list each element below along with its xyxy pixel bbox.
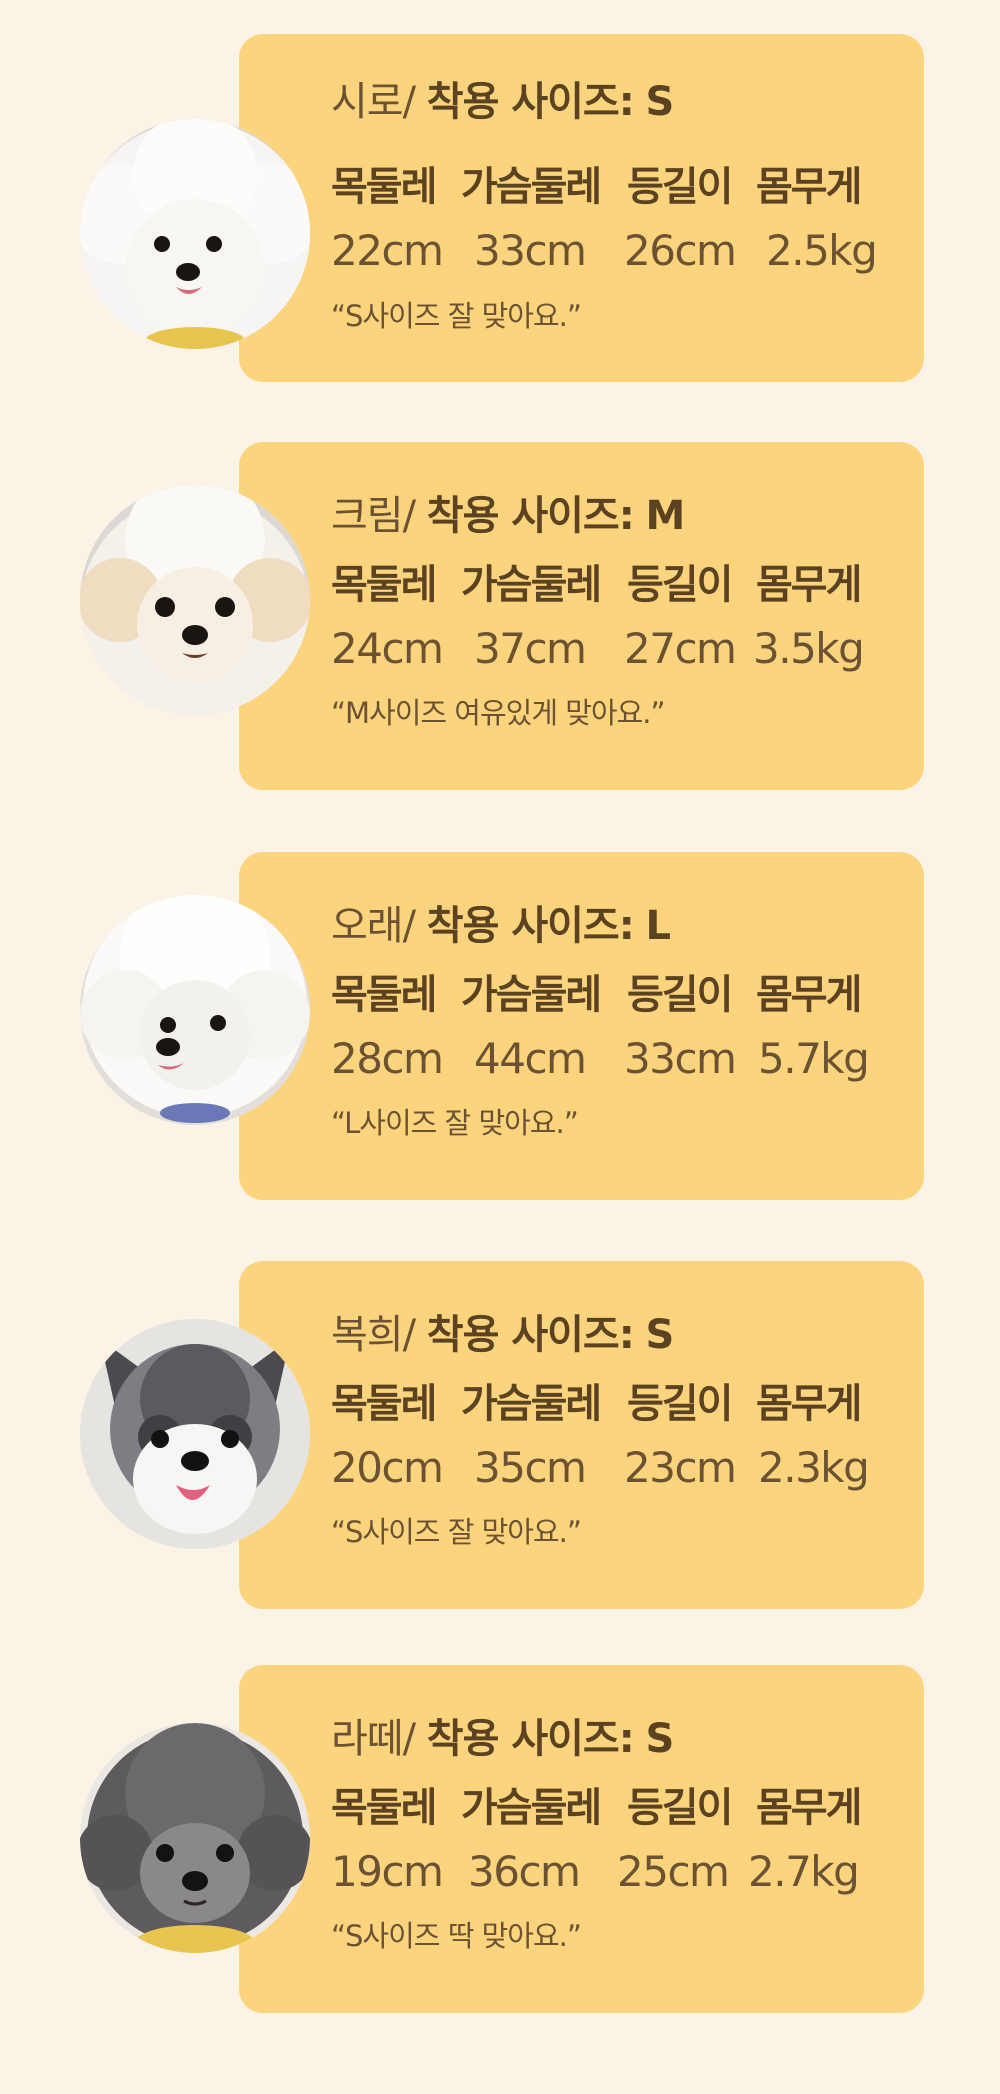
chest-label: 가슴둘레: [461, 562, 602, 608]
neck-value: 24cm: [331, 624, 444, 673]
size-label: 착용 사이즈:: [426, 1312, 635, 1358]
review-card-bokhee: 복희/ 착용 사이즈: S 목둘레 가슴둘레 등길이 몸무게 20cm 35cm…: [0, 1261, 1000, 1609]
dog-photo-latte: [80, 1723, 310, 1953]
review-comment: “M사이즈 여유있게 맞아요.”: [331, 696, 666, 730]
size-label: 착용 사이즈:: [426, 79, 635, 125]
back-length-value: 27cm: [624, 624, 737, 673]
dog-name: 복희/: [331, 1312, 416, 1358]
white-bichon-icon: [80, 119, 310, 349]
review-heading: 오래/ 착용 사이즈: L: [331, 902, 671, 950]
review-heading: 복희/ 착용 사이즈: S: [331, 1311, 674, 1359]
chest-value: 36cm: [468, 1847, 581, 1896]
neck-value: 20cm: [331, 1443, 444, 1492]
chest-label: 가슴둘레: [461, 1381, 602, 1427]
neck-label: 목둘레: [331, 972, 437, 1018]
back-length-label: 등길이: [627, 1381, 733, 1427]
dog-photo-shiro: [80, 119, 310, 349]
gray-white-dog-icon: [80, 1319, 310, 1549]
size-value: L: [645, 903, 670, 949]
review-card-shiro: 시로/ 착용 사이즈: S 목둘레 가슴둘레 등길이 몸무게 22cm 33cm…: [0, 34, 1000, 382]
review-card-orae: 오래/ 착용 사이즈: L 목둘레 가슴둘레 등길이 몸무게 28cm 44cm…: [0, 852, 1000, 1200]
weight-label: 몸무게: [756, 164, 862, 210]
weight-label: 몸무게: [756, 1381, 862, 1427]
size-value: S: [645, 1716, 674, 1762]
review-heading: 라떼/ 착용 사이즈: S: [331, 1715, 674, 1763]
weight-label: 몸무게: [756, 562, 862, 608]
size-value: M: [645, 493, 685, 539]
review-comment: “S사이즈 딱 맞아요.”: [331, 1919, 582, 1953]
weight-label: 몸무게: [756, 972, 862, 1018]
review-card-cream: 크림/ 착용 사이즈: M 목둘레 가슴둘레 등길이 몸무게 24cm 37cm…: [0, 442, 1000, 790]
chest-value: 33cm: [474, 226, 587, 275]
back-length-value: 25cm: [617, 1847, 730, 1896]
back-length-label: 등길이: [627, 1785, 733, 1831]
dog-photo-cream: [80, 485, 310, 715]
review-card-latte: 라떼/ 착용 사이즈: S 목둘레 가슴둘레 등길이 몸무게 19cm 36cm…: [0, 1665, 1000, 2013]
cream-bichon-icon: [80, 485, 310, 715]
gray-poodle-icon: [80, 1723, 310, 1953]
weight-label: 몸무게: [756, 1785, 862, 1831]
size-label: 착용 사이즈:: [426, 1716, 635, 1762]
chest-label: 가슴둘레: [461, 972, 602, 1018]
review-comment: “L사이즈 잘 맞아요.”: [331, 1106, 579, 1140]
size-label: 착용 사이즈:: [426, 903, 635, 949]
review-heading: 크림/ 착용 사이즈: M: [331, 492, 685, 540]
dog-name: 라떼/: [331, 1716, 416, 1762]
weight-value: 2.5kg: [766, 226, 878, 275]
dog-photo-bokhee: [80, 1319, 310, 1549]
neck-label: 목둘레: [331, 1785, 437, 1831]
neck-value: 22cm: [331, 226, 444, 275]
dog-name: 오래/: [331, 903, 416, 949]
neck-label: 목둘레: [331, 164, 437, 210]
back-length-value: 26cm: [624, 226, 737, 275]
chest-label: 가슴둘레: [461, 1785, 602, 1831]
weight-value: 2.7kg: [748, 1847, 860, 1896]
weight-value: 2.3kg: [758, 1443, 870, 1492]
back-length-label: 등길이: [627, 972, 733, 1018]
dog-name: 시로/: [331, 79, 416, 125]
dog-photo-orae: [80, 895, 310, 1125]
chest-label: 가슴둘레: [461, 164, 602, 210]
size-value: S: [645, 1312, 674, 1358]
back-length-label: 등길이: [627, 562, 733, 608]
neck-label: 목둘레: [331, 1381, 437, 1427]
review-comment: “S사이즈 잘 맞아요.”: [331, 299, 582, 333]
back-length-value: 23cm: [624, 1443, 737, 1492]
white-bichon-icon: [80, 895, 310, 1125]
chest-value: 37cm: [474, 624, 587, 673]
neck-value: 28cm: [331, 1034, 444, 1083]
review-heading: 시로/ 착용 사이즈: S: [331, 78, 674, 126]
weight-value: 5.7kg: [758, 1034, 870, 1083]
back-length-label: 등길이: [627, 164, 733, 210]
chest-value: 44cm: [474, 1034, 587, 1083]
dog-name: 크림/: [331, 493, 416, 539]
weight-value: 3.5kg: [753, 624, 865, 673]
chest-value: 35cm: [474, 1443, 587, 1492]
neck-label: 목둘레: [331, 562, 437, 608]
neck-value: 19cm: [331, 1847, 444, 1896]
size-value: S: [645, 79, 674, 125]
size-label: 착용 사이즈:: [426, 493, 635, 539]
review-comment: “S사이즈 잘 맞아요.”: [331, 1515, 582, 1549]
back-length-value: 33cm: [624, 1034, 737, 1083]
